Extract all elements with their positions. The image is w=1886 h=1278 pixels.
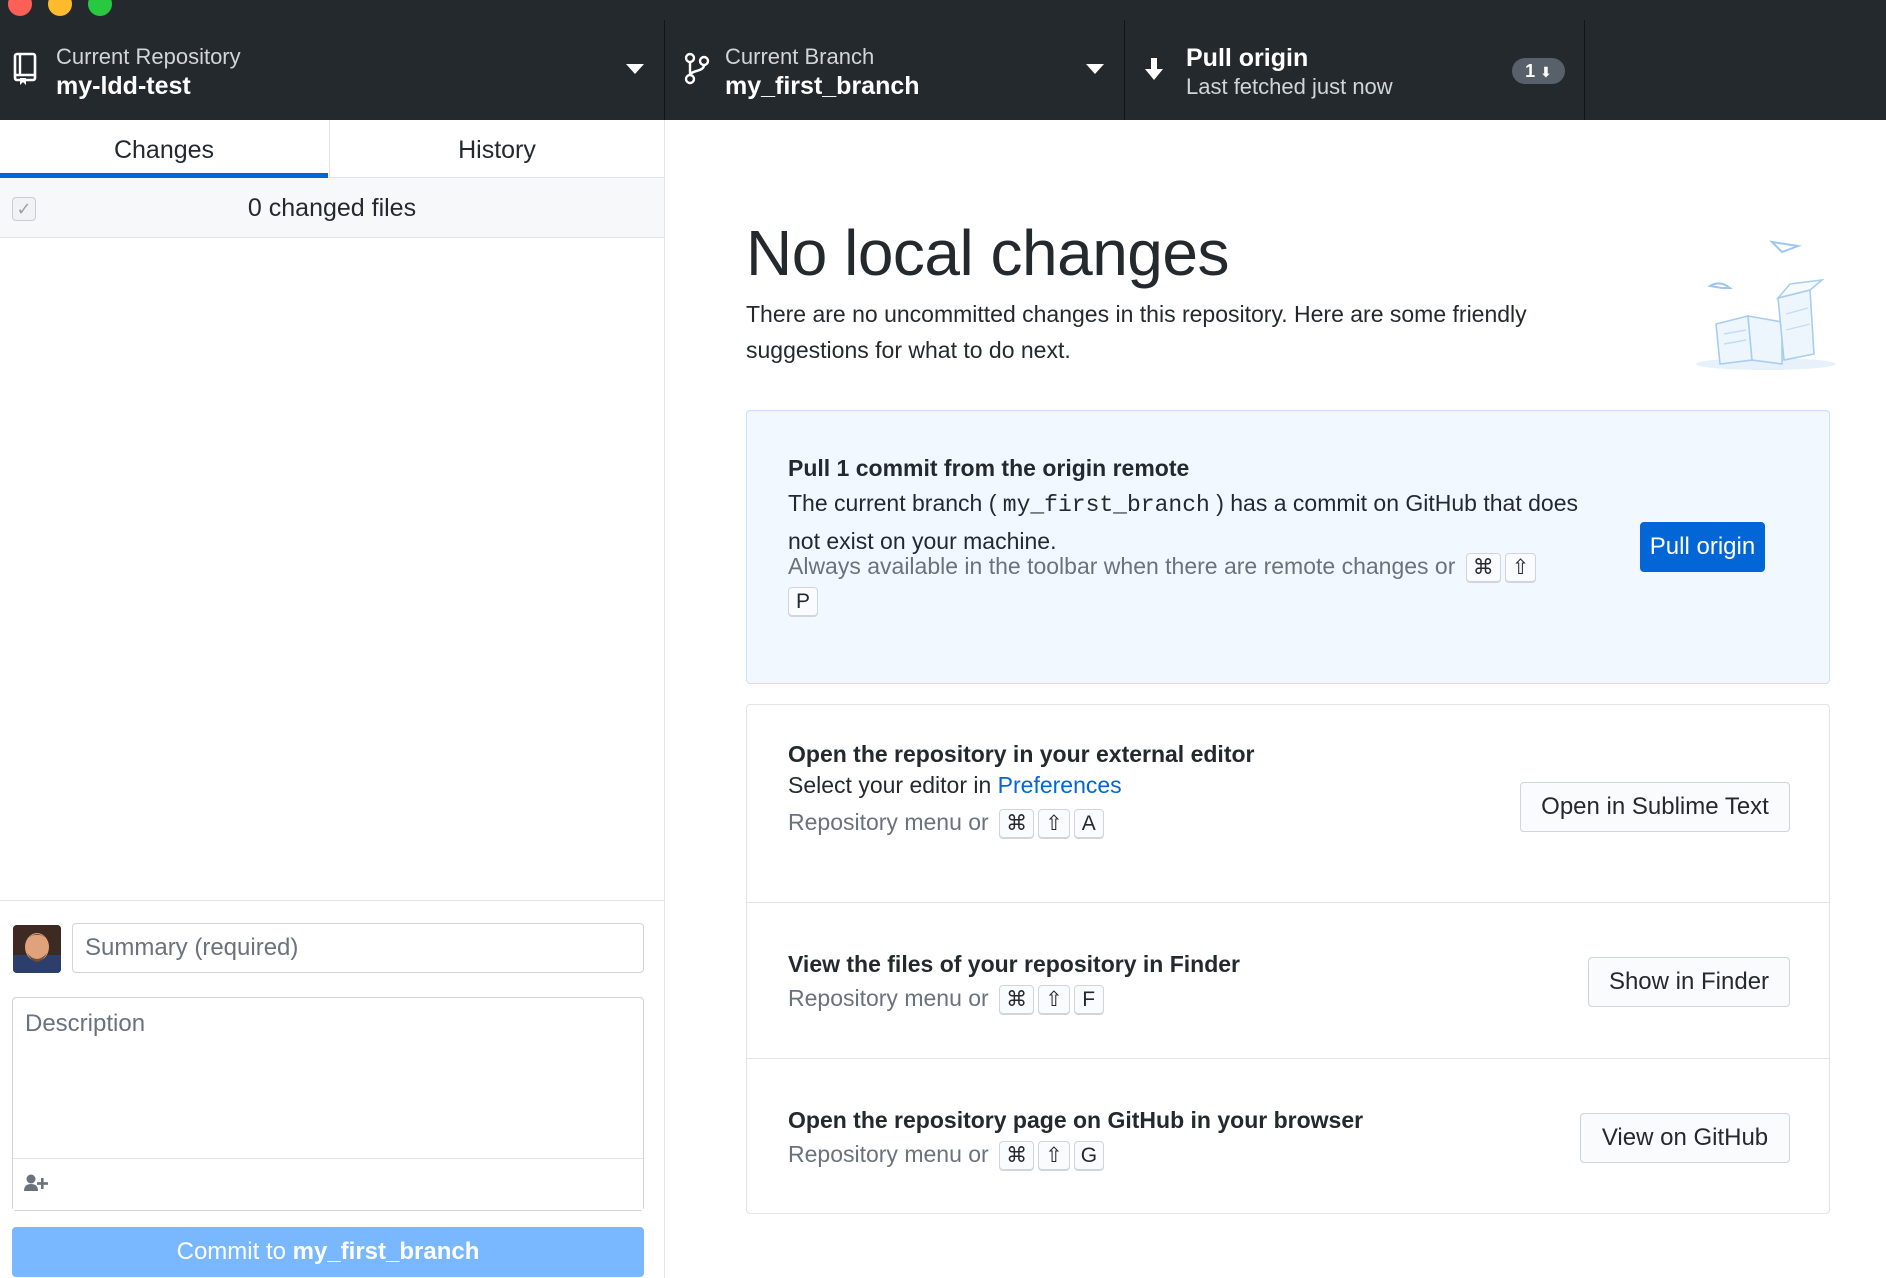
show-in-finder-hint-text: Repository menu or: [788, 985, 989, 1011]
repository-name: my-ldd-test: [56, 72, 191, 100]
sidebar: Changes History 0 changed files ✓ Summar…: [0, 120, 665, 1278]
page-title: No local changes: [746, 217, 1229, 289]
summary-input[interactable]: [72, 923, 644, 973]
chevron-down-icon: [626, 64, 644, 74]
branch-name: my_first_branch: [725, 72, 920, 100]
add-co-author-icon[interactable]: [23, 1173, 49, 1195]
pull-card-hint-text: Always available in the toolbar when the…: [788, 553, 1456, 579]
pull-card-text-prefix: The current branch (: [788, 490, 1003, 516]
shortcut-key-p: P: [788, 586, 818, 617]
toolbar: Current Repository my-ldd-test Current B…: [0, 20, 1886, 120]
pull-origin-card: Pull 1 commit from the origin remote The…: [746, 410, 1830, 684]
description-footer: [13, 1158, 643, 1210]
user-avatar-image: [13, 925, 61, 973]
branch-label: Current Branch: [725, 44, 875, 69]
pull-card-description: The current branch ( my_first_branch ) h…: [788, 485, 1578, 559]
commit-message-area: Commit to my_first_branch: [0, 900, 664, 1278]
repository-label: Current Repository: [56, 44, 241, 69]
repo-icon: [13, 52, 37, 85]
view-on-github-hint-text: Repository menu or: [788, 1141, 989, 1167]
chevron-down-icon: [1086, 64, 1104, 74]
preferences-link[interactable]: Preferences: [998, 772, 1122, 798]
avatar: [13, 925, 61, 973]
command-key-icon: ⌘: [1465, 552, 1501, 583]
command-key-icon: ⌘: [999, 984, 1035, 1015]
show-in-finder-hint: Repository menu or ⌘ ⇧ F: [788, 983, 1104, 1015]
arrow-down-icon: [1145, 58, 1163, 80]
empty-state-illustration: [1696, 240, 1836, 370]
open-editor-hint-text: Repository menu or: [788, 809, 989, 835]
show-in-finder-title: View the files of your repository in Fin…: [788, 951, 1240, 977]
commit-button-branch: my_first_branch: [292, 1238, 480, 1265]
command-key-icon: ⌘: [999, 808, 1035, 839]
pull-label: Pull origin: [1186, 44, 1309, 72]
repository-selector[interactable]: Current Repository my-ldd-test: [0, 20, 665, 120]
open-in-editor-button[interactable]: Open in Sublime Text: [1520, 782, 1790, 832]
select-all-checkbox[interactable]: ✓: [12, 197, 36, 221]
window-titlebar: [0, 0, 1886, 20]
suggestions-list: Open the repository in your external edi…: [746, 704, 1830, 1214]
changed-files-header: 0 changed files ✓: [0, 178, 664, 238]
close-window-button[interactable]: [8, 0, 32, 16]
shift-key-icon: ⇧: [1038, 808, 1070, 839]
arrow-down-small-icon: ⬇: [1540, 64, 1552, 80]
view-on-github-hint: Repository menu or ⌘ ⇧ G: [788, 1139, 1105, 1171]
shortcut-key-a: A: [1073, 808, 1104, 839]
view-on-github-title: Open the repository page on GitHub in yo…: [788, 1107, 1364, 1133]
show-in-finder-button[interactable]: Show in Finder: [1588, 957, 1790, 1007]
open-editor-description: Select your editor in Preferences: [788, 767, 1122, 803]
command-key-icon: ⌘: [999, 1140, 1035, 1171]
pull-card-branch: my_first_branch: [1002, 492, 1210, 518]
open-editor-card: Open the repository in your external edi…: [747, 705, 1829, 903]
view-on-github-button[interactable]: View on GitHub: [1580, 1113, 1790, 1163]
last-fetched-text: Last fetched just now: [1186, 74, 1393, 99]
show-in-finder-card: View the files of your repository in Fin…: [747, 903, 1829, 1059]
shortcut-key-f: F: [1073, 984, 1104, 1015]
badge-count: 1: [1525, 61, 1536, 81]
tab-history[interactable]: History: [329, 120, 664, 178]
tab-changes[interactable]: Changes: [0, 120, 328, 178]
commit-button[interactable]: Commit to my_first_branch: [12, 1227, 644, 1277]
pull-origin-card-button[interactable]: Pull origin: [1640, 522, 1765, 572]
open-editor-hint: Repository menu or ⌘ ⇧ A: [788, 807, 1104, 839]
description-box: [12, 997, 644, 1211]
branch-selector[interactable]: Current Branch my_first_branch: [665, 20, 1125, 120]
pull-card-hint: Always available in the toolbar when the…: [788, 551, 1588, 617]
git-branch-icon: [684, 52, 710, 85]
shift-key-icon: ⇧: [1038, 1140, 1070, 1171]
open-editor-title: Open the repository in your external edi…: [788, 741, 1255, 767]
view-on-github-card: Open the repository page on GitHub in yo…: [747, 1059, 1829, 1213]
description-input[interactable]: [13, 998, 643, 1158]
commit-button-prefix: Commit to: [176, 1238, 293, 1265]
open-editor-text-prefix: Select your editor in: [788, 772, 998, 798]
pull-card-title: Pull 1 commit from the origin remote: [788, 455, 1190, 481]
intro-text: There are no uncommitted changes in this…: [746, 301, 1527, 363]
shortcut-key-g: G: [1073, 1140, 1105, 1171]
minimize-window-button[interactable]: [48, 0, 72, 16]
zoom-window-button[interactable]: [88, 0, 112, 16]
shift-key-icon: ⇧: [1504, 552, 1537, 583]
incoming-commits-badge: 1 ⬇: [1512, 58, 1565, 84]
sidebar-tabs: Changes History: [0, 120, 664, 178]
shift-key-icon: ⇧: [1038, 984, 1070, 1015]
changed-files-count: 0 changed files: [247, 194, 417, 222]
main-content: No local changes There are no uncommitte…: [666, 120, 1886, 1278]
